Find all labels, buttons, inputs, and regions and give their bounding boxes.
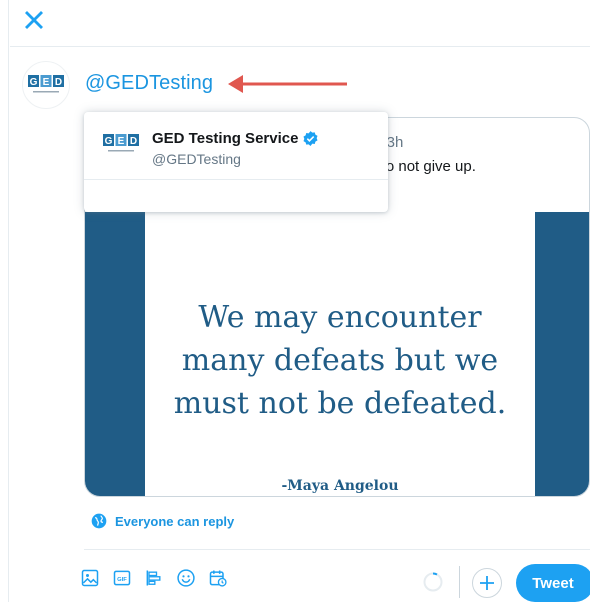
ged-logo-icon: G E D — [28, 75, 64, 93]
mention-suggestion[interactable]: G E D GED Testing Service @GEDTesting — [84, 112, 388, 180]
toolbar-separator — [459, 566, 460, 598]
plus-icon — [480, 576, 494, 590]
character-counter-icon — [423, 572, 443, 592]
suggestion-handle: @GEDTesting — [152, 151, 241, 167]
annotation-arrow-icon — [228, 75, 347, 93]
quote-image: We may encounter many defeats but we mus… — [85, 212, 589, 496]
emoji-icon — [177, 569, 195, 587]
reply-permission-button[interactable]: Everyone can reply — [91, 513, 234, 529]
mention-dropdown: G E D GED Testing Service @GEDTesting — [84, 112, 388, 212]
image-icon — [81, 569, 99, 587]
image-left-bar — [85, 212, 145, 496]
modal-left-edge — [8, 0, 9, 602]
tweet-button[interactable]: Tweet — [516, 564, 590, 602]
poll-icon — [146, 570, 161, 586]
gif-icon: GIF — [113, 570, 131, 586]
quote-text-block: We may encounter many defeats but we mus… — [145, 296, 535, 425]
add-poll-button[interactable] — [144, 568, 164, 588]
quote-line: We may encounter — [198, 300, 482, 335]
quote-line: must not be defeated. — [173, 386, 507, 421]
svg-text:E: E — [118, 136, 125, 147]
close-button[interactable] — [22, 8, 46, 32]
svg-text:E: E — [43, 77, 50, 88]
svg-text:D: D — [55, 77, 62, 88]
add-emoji-button[interactable] — [176, 568, 196, 588]
schedule-button[interactable] — [208, 568, 228, 588]
ged-logo-icon: G E D — [103, 134, 139, 152]
toolbar-divider — [84, 549, 590, 550]
suggestion-avatar: G E D — [102, 131, 140, 162]
suggestion-name: GED Testing Service — [152, 130, 299, 147]
svg-text:D: D — [130, 136, 137, 147]
avatar[interactable]: G E D — [22, 61, 70, 109]
svg-text:G: G — [105, 136, 113, 147]
add-gif-button[interactable]: GIF — [112, 568, 132, 588]
globe-icon — [91, 513, 107, 529]
svg-text:GIF: GIF — [117, 577, 127, 583]
compose-toolbar: GIF — [80, 568, 228, 588]
tweet-compose-modal: G E D @GEDTesting We may encounter many … — [0, 0, 590, 602]
add-another-tweet-button[interactable] — [472, 568, 502, 598]
close-icon — [25, 11, 43, 29]
suggestion-name-row: GED Testing Service — [152, 130, 319, 147]
quote-author: -Maya Angelou — [281, 478, 399, 494]
quote-line: many defeats but we — [181, 343, 499, 378]
verified-badge-icon — [303, 131, 318, 146]
header-divider — [10, 46, 590, 47]
schedule-icon — [209, 570, 227, 587]
compose-input[interactable]: @GEDTesting — [85, 72, 213, 95]
svg-text:G: G — [30, 77, 38, 88]
add-image-button[interactable] — [80, 568, 100, 588]
image-right-bar — [535, 212, 589, 496]
reply-permission-label: Everyone can reply — [115, 513, 235, 529]
